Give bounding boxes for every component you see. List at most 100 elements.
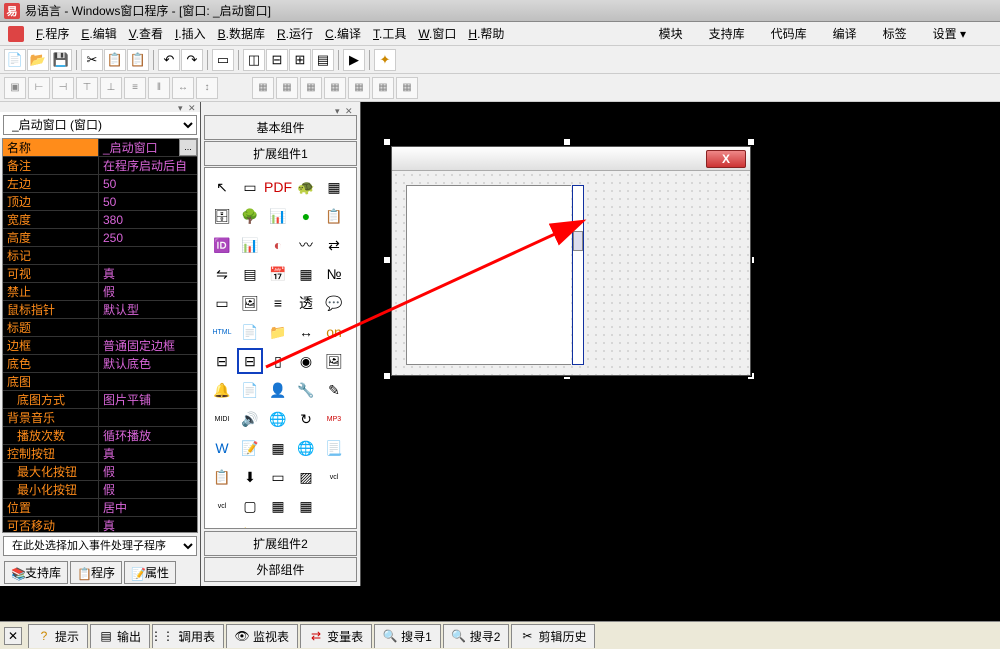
align9-button[interactable]: ↕ [196, 77, 218, 99]
bars-icon[interactable]: ≡ [265, 290, 291, 316]
prop-row[interactable]: 底图 [3, 373, 197, 391]
open-button[interactable]: 📂 [27, 49, 49, 71]
prop-value[interactable]: 真 [99, 445, 197, 462]
align5-button[interactable]: ⊥ [100, 77, 122, 99]
menu-right-0[interactable]: 模块 [653, 23, 689, 44]
property-grid[interactable]: 名称_启动窗口...备注在程序启动后自左边50顶边50宽度380高度250标记可… [2, 138, 198, 533]
note-icon[interactable]: 📋 [321, 203, 347, 229]
align6-button[interactable]: ≡ [124, 77, 146, 99]
slider-control[interactable] [572, 185, 584, 365]
tab-program[interactable]: 📋程序 [70, 561, 122, 584]
redo-button[interactable]: ↷ [181, 49, 203, 71]
cal-icon[interactable]: 📅 [265, 261, 291, 287]
panel-close-icon[interactable]: ✕ [188, 103, 196, 111]
pie-icon[interactable]: ◐ [265, 232, 291, 258]
menu-right-4[interactable]: 标签 [877, 23, 913, 44]
midi-icon[interactable]: MIDI [209, 406, 235, 432]
bottom-close-button[interactable]: ✕ [4, 627, 22, 645]
menu-h[interactable]: H.帮助 [462, 25, 510, 43]
swap-icon[interactable]: ⇋ [209, 261, 235, 287]
align2-button[interactable]: ⊢ [28, 77, 50, 99]
picture-icon[interactable]: 🖼 [321, 348, 347, 374]
prop-row[interactable]: 最大化按钮假 [3, 463, 197, 481]
cut-button[interactable]: ✂ [81, 49, 103, 71]
resize-handle[interactable] [383, 256, 391, 264]
prop-value[interactable]: 居中 [99, 499, 197, 516]
star-button[interactable]: ✦ [374, 49, 396, 71]
menu-b[interactable]: B.数据库 [212, 25, 271, 43]
prop-value[interactable]: _启动窗口 [99, 139, 179, 156]
audio-icon[interactable]: 🔊 [237, 406, 263, 432]
prop-value[interactable] [99, 319, 197, 336]
label-icon[interactable]: Label [209, 522, 235, 529]
list2-icon[interactable]: ≡ [321, 522, 347, 529]
layout1-button[interactable]: ◫ [243, 49, 265, 71]
prop-row[interactable]: 标题 [3, 319, 197, 337]
grid2-icon[interactable]: ▦ [293, 261, 319, 287]
win-icon[interactable]: ▭ [265, 464, 291, 490]
mp3-icon[interactable]: MP3 [321, 406, 347, 432]
align3-button[interactable]: ⊣ [52, 77, 74, 99]
tbl-icon[interactable]: ▦ [265, 435, 291, 461]
list-icon[interactable]: ▤ [237, 261, 263, 287]
size-icon[interactable]: ↔ [293, 319, 319, 345]
frame-icon[interactable]: ▭ [237, 174, 263, 200]
prop-row[interactable]: 位置居中 [3, 499, 197, 517]
tool-icon[interactable]: 🔧 [293, 377, 319, 403]
slider-icon[interactable]: ⊟ [237, 348, 263, 374]
tree-icon[interactable]: 🌳 [237, 203, 263, 229]
panel-pin-icon[interactable]: ▾ [178, 103, 186, 111]
tab-support-library[interactable]: 📚支持库 [4, 561, 68, 584]
palette-close-icon[interactable]: ✕ [345, 106, 353, 114]
pen-icon[interactable]: ✎ [321, 377, 347, 403]
prop-ellipsis-button[interactable]: ... [179, 139, 197, 156]
bottom-tab-7[interactable]: ✂剪辑历史 [511, 624, 595, 648]
doc-icon[interactable]: 📄 [237, 319, 263, 345]
prop-value[interactable]: 真 [99, 265, 197, 282]
html-icon[interactable]: HTML [209, 319, 235, 345]
prop-row[interactable]: 可否移动真 [3, 517, 197, 533]
object-selector[interactable]: _启动窗口 (窗口) [3, 115, 197, 135]
db-icon[interactable]: 🗄 [209, 203, 235, 229]
prop-value[interactable]: 假 [99, 283, 197, 300]
blank2-icon[interactable] [293, 522, 319, 529]
bottom-tab-1[interactable]: ▤输出 [90, 624, 150, 648]
menu-right-3[interactable]: 编译 [827, 23, 863, 44]
prop-value[interactable]: 假 [99, 463, 197, 480]
resize-handle[interactable] [383, 372, 391, 380]
barv-icon[interactable]: ▯ [265, 348, 291, 374]
prop-row[interactable]: 最小化按钮假 [3, 481, 197, 499]
gauge-icon[interactable]: ◉ [293, 348, 319, 374]
palette-pin-icon[interactable]: ▾ [335, 106, 343, 114]
prop-value[interactable]: 380 [99, 211, 197, 228]
prop-value[interactable]: 在程序启动后自 [99, 157, 197, 174]
down-icon[interactable]: ⬇ [237, 464, 263, 490]
section-ext2[interactable]: 扩展组件2 [204, 531, 357, 556]
form-designer[interactable]: X [361, 102, 1000, 586]
gray-icon[interactable]: ▨ [293, 464, 319, 490]
layout2-button[interactable]: ⊟ [266, 49, 288, 71]
menu-right-1[interactable]: 支持库 [703, 23, 751, 44]
tou-icon[interactable]: 透 [293, 290, 319, 316]
prop-value[interactable]: 真 [99, 517, 197, 533]
prop-value[interactable]: 50 [99, 193, 197, 210]
form-panel-control[interactable] [406, 185, 571, 365]
copy-button[interactable]: 📋 [104, 49, 126, 71]
menu-t[interactable]: T.工具 [367, 25, 412, 43]
layout3-button[interactable]: ⊞ [289, 49, 311, 71]
doc2-icon[interactable]: 📄 [237, 377, 263, 403]
prop-value[interactable]: 50 [99, 175, 197, 192]
matrix-icon[interactable]: ▦ [293, 493, 319, 519]
prop-row[interactable]: 标记 [3, 247, 197, 265]
prop-row[interactable]: 鼠标指针默认型 [3, 301, 197, 319]
clip2-icon[interactable]: 📋 [209, 464, 235, 490]
paste-button[interactable]: 📋 [127, 49, 149, 71]
prop-row[interactable]: 备注在程序启动后自 [3, 157, 197, 175]
grid-icon[interactable]: ▦ [321, 174, 347, 200]
prop-value[interactable]: 图片平铺 [99, 391, 197, 408]
section-external[interactable]: 外部组件 [204, 557, 357, 582]
prop-value[interactable] [99, 247, 197, 264]
dot-icon[interactable]: ● [293, 203, 319, 229]
prop-row[interactable]: 底图方式图片平铺 [3, 391, 197, 409]
id-icon[interactable]: 🆔 [209, 232, 235, 258]
